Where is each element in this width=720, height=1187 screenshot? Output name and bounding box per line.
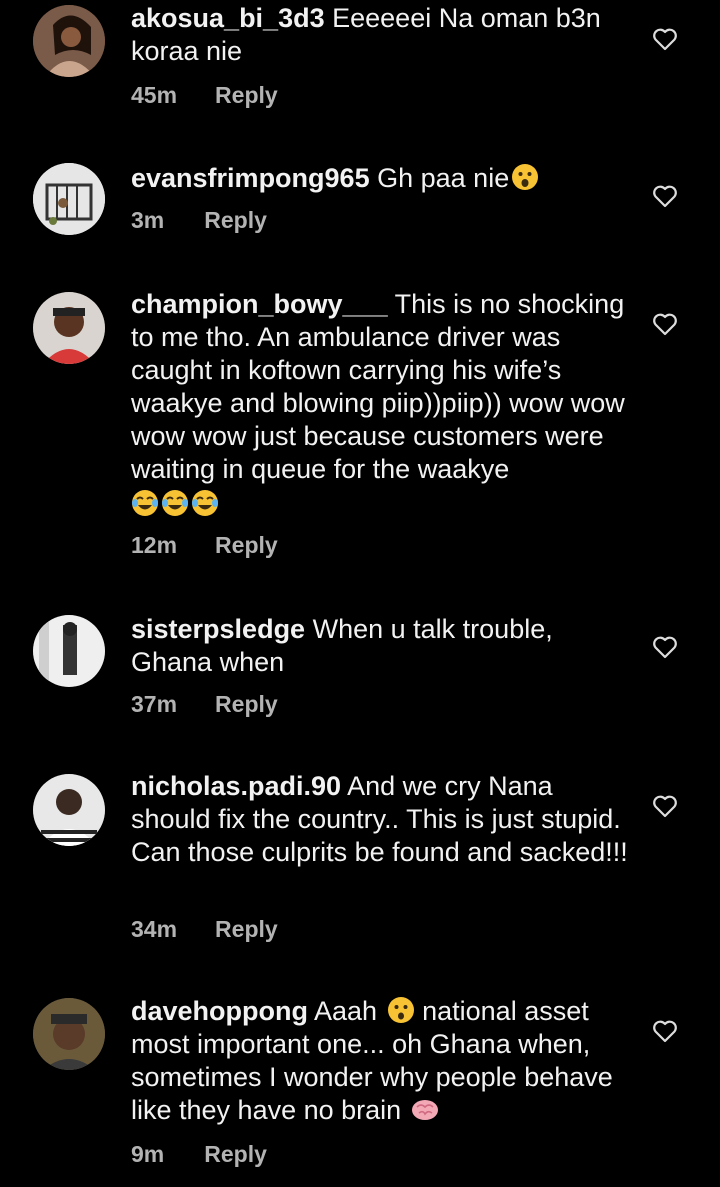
comment-meta: 37m Reply — [131, 691, 278, 718]
comment-username[interactable]: akosua_bi_3d3 — [131, 3, 325, 33]
avatar[interactable] — [33, 998, 105, 1070]
surprised-face-icon — [511, 163, 539, 191]
comment-meta: 12m Reply — [131, 532, 278, 559]
frowning-face-icon — [387, 996, 415, 1024]
comment-meta: 45m Reply — [131, 82, 278, 109]
tears-of-joy-icon — [131, 489, 159, 517]
reply-button[interactable]: Reply — [215, 532, 278, 558]
comment-body: akosua_bi_3d3 Eeeeeei Na oman b3n koraa … — [131, 2, 631, 68]
comment-time: 34m — [131, 916, 178, 942]
comment-body: champion_bowy___ This is no shocking to … — [131, 288, 631, 521]
avatar[interactable] — [33, 774, 105, 846]
comment-meta: 3m Reply — [131, 207, 267, 234]
comment-time: 37m — [131, 691, 178, 717]
comment-username[interactable]: nicholas.padi.90 — [131, 771, 341, 801]
comment-time: 45m — [131, 82, 178, 108]
reply-button[interactable]: Reply — [204, 1141, 267, 1167]
like-heart-icon[interactable] — [652, 184, 678, 208]
comment-body: sisterpsledge When u talk trouble, Ghana… — [131, 613, 631, 679]
comment-time: 3m — [131, 207, 165, 233]
brain-icon — [411, 1095, 439, 1123]
comment-meta: 34m Reply — [131, 916, 278, 943]
reply-button[interactable]: Reply — [215, 82, 278, 108]
comment-time: 9m — [131, 1141, 165, 1167]
avatar[interactable] — [33, 292, 105, 364]
avatar[interactable] — [33, 615, 105, 687]
reply-button[interactable]: Reply — [204, 207, 267, 233]
tears-of-joy-icon — [191, 489, 219, 517]
comment-body: nicholas.padi.90 And we cry Nana should … — [131, 770, 631, 869]
comment-username[interactable]: sisterpsledge — [131, 614, 305, 644]
comment-meta: 9m Reply — [131, 1141, 267, 1168]
reply-button[interactable]: Reply — [215, 916, 278, 942]
comment-time: 12m — [131, 532, 178, 558]
comment-body: davehoppong Aaah national asset most imp… — [131, 995, 631, 1127]
like-heart-icon[interactable] — [652, 1019, 678, 1043]
tears-of-joy-icon — [161, 489, 189, 517]
comment-username[interactable]: evansfrimpong965 — [131, 163, 370, 193]
comment-body: evansfrimpong965 Gh paa nie — [131, 162, 631, 195]
avatar[interactable] — [33, 163, 105, 235]
comment-text: Gh paa nie — [377, 163, 510, 193]
reply-button[interactable]: Reply — [215, 691, 278, 717]
comment-username[interactable]: davehoppong — [131, 996, 308, 1026]
comment-username[interactable]: champion_bowy___ — [131, 289, 388, 319]
like-heart-icon[interactable] — [652, 635, 678, 659]
avatar[interactable] — [33, 5, 105, 77]
like-heart-icon[interactable] — [652, 27, 678, 51]
comment-text: Aaah — [314, 996, 378, 1026]
like-heart-icon[interactable] — [652, 794, 678, 818]
like-heart-icon[interactable] — [652, 312, 678, 336]
